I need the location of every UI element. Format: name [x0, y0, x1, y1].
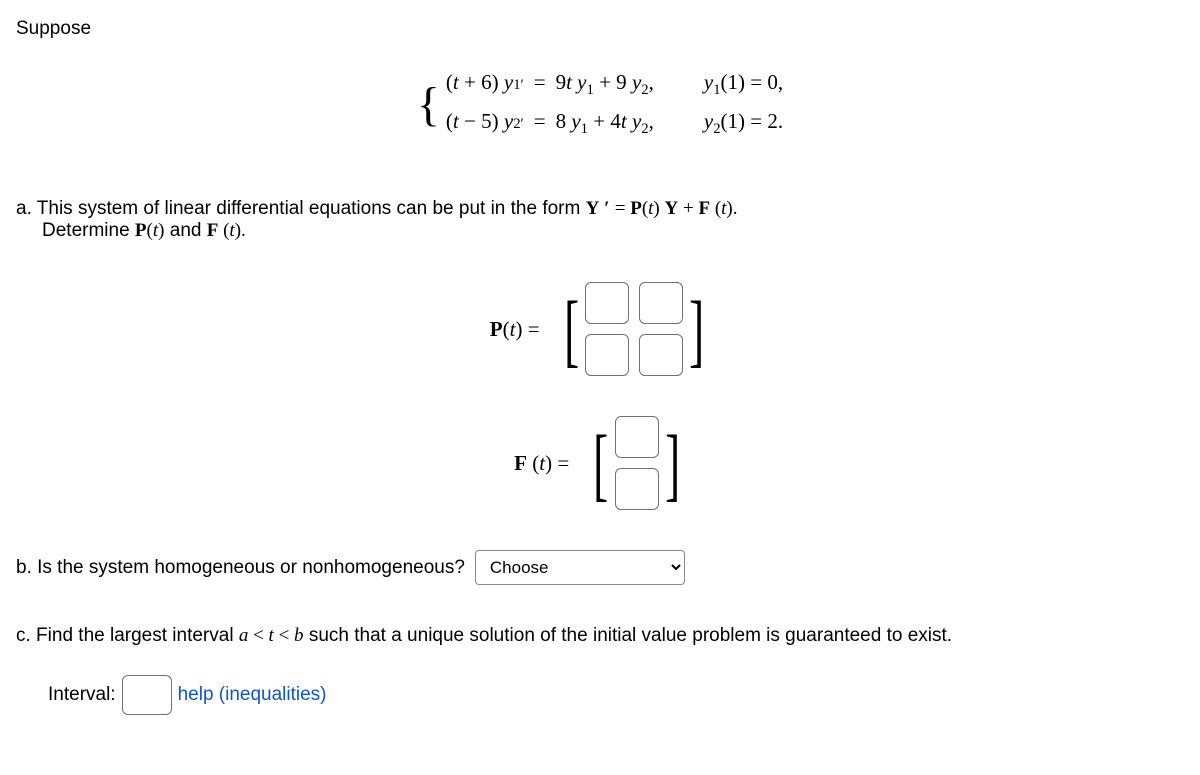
homogeneous-select[interactable]: Choose homogeneous nonhomogeneous [475, 550, 685, 585]
eq-sign: = [615, 198, 630, 219]
f-1-input[interactable] [615, 416, 659, 458]
part-c-text-pre: c. Find the largest interval [16, 625, 239, 646]
intro-text: Suppose [16, 18, 1184, 40]
f-2-input[interactable] [615, 468, 659, 510]
p-1-2-input[interactable] [639, 282, 683, 324]
part-c: c. Find the largest interval a < t < b s… [16, 625, 1184, 715]
part-b: b. Is the system homogeneous or nonhomog… [16, 550, 685, 585]
p-2-1-input[interactable] [585, 334, 629, 376]
interval-input[interactable] [122, 675, 172, 715]
part-b-text: b. Is the system homogeneous or nonhomog… [16, 557, 465, 579]
p-1-1-input[interactable] [585, 282, 629, 324]
system-of-equations: { (t + 6) y1′ = 9t y1 + 9 y2, (t − 5) y2… [16, 70, 1184, 138]
part-c-text-post: such that a unique solution of the initi… [309, 625, 952, 646]
p-label: P(t) = [490, 317, 540, 342]
interval-math: a < t < b [239, 625, 304, 646]
f-label: F (t) = [514, 451, 569, 476]
y-prime: Y ′ [586, 198, 610, 219]
interval-label: Interval: [48, 684, 116, 706]
part-a: a. This system of linear differential eq… [16, 198, 1184, 510]
part-a-text-2: Determine P(t) and F (t). [42, 220, 246, 241]
f-matrix-row: F (t) = [ ] [16, 416, 1184, 510]
p-2-2-input[interactable] [639, 334, 683, 376]
help-link[interactable]: help (inequalities) [178, 684, 327, 706]
part-a-text-1: a. This system of linear differential eq… [16, 198, 586, 219]
eq-rhs: P(t) Y + F (t). [630, 198, 737, 219]
p-matrix-row: P(t) = [ ] [16, 282, 1184, 376]
